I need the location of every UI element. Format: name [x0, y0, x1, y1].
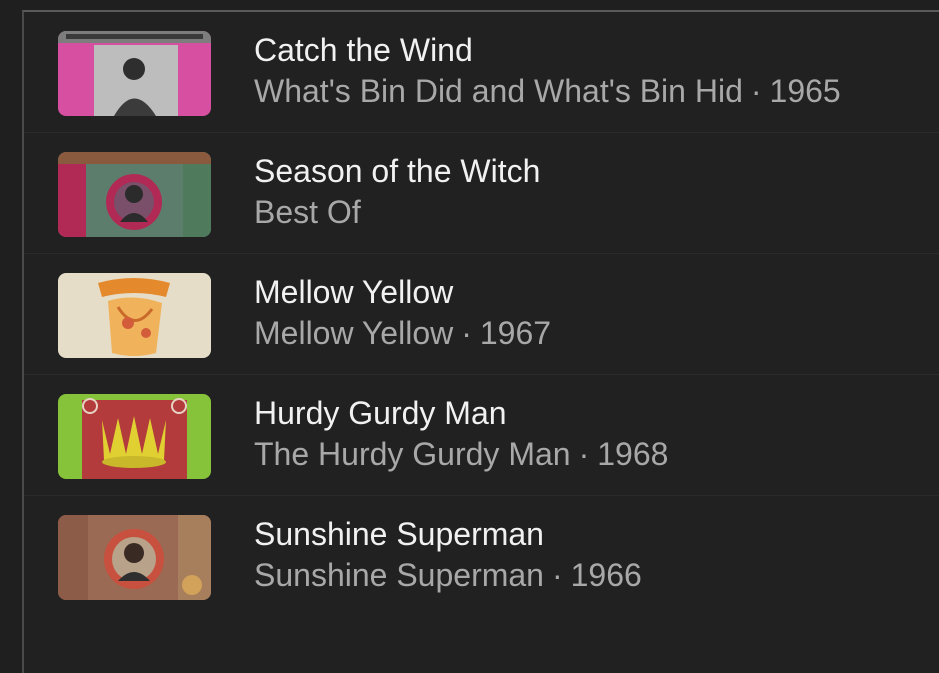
album-art-thumbnail[interactable] — [58, 515, 211, 600]
album-art-image — [58, 152, 211, 237]
track-title: Hurdy Gurdy Man — [254, 395, 507, 431]
track-meta: Sunshine Superman · 1966 — [254, 555, 929, 595]
track-meta: What's Bin Did and What's Bin Hid · 1965 — [254, 71, 929, 111]
album-art-image — [58, 394, 211, 479]
tracks-panel: Catch the Wind What's Bin Did and What's… — [22, 10, 939, 673]
album-art-thumbnail[interactable] — [58, 152, 211, 237]
album-art-thumbnail[interactable] — [58, 273, 211, 358]
track-meta: Mellow Yellow · 1967 — [254, 313, 929, 353]
meta-separator: · — [551, 557, 563, 593]
track-row-season-of-the-witch[interactable]: Season of the Witch Best Of — [24, 133, 939, 254]
track-row-hurdy-gurdy-man[interactable]: Hurdy Gurdy Man The Hurdy Gurdy Man · 1968 — [24, 375, 939, 496]
track-meta: The Hurdy Gurdy Man · 1968 — [254, 434, 929, 474]
track-meta: Best Of — [254, 192, 929, 232]
album-name[interactable]: Best Of — [254, 194, 361, 230]
track-title: Sunshine Superman — [254, 516, 544, 552]
release-year: 1966 — [570, 557, 642, 593]
release-year: 1965 — [769, 73, 841, 109]
meta-separator: · — [750, 73, 762, 109]
track-title: Mellow Yellow — [254, 274, 454, 310]
track-title: Catch the Wind — [254, 32, 473, 68]
album-art-thumbnail[interactable] — [58, 394, 211, 479]
album-name[interactable]: What's Bin Did and What's Bin Hid — [254, 73, 743, 109]
track-list: Catch the Wind What's Bin Did and What's… — [24, 12, 939, 617]
meta-separator: · — [578, 436, 590, 472]
album-name[interactable]: Mellow Yellow — [254, 315, 453, 351]
release-year: 1968 — [597, 436, 669, 472]
album-art-image — [58, 515, 211, 600]
album-art-image — [58, 273, 211, 358]
track-row-catch-the-wind[interactable]: Catch the Wind What's Bin Did and What's… — [24, 12, 939, 133]
album-name[interactable]: Sunshine Superman — [254, 557, 544, 593]
album-art-image — [58, 31, 211, 116]
album-name[interactable]: The Hurdy Gurdy Man — [254, 436, 571, 472]
track-row-sunshine-superman[interactable]: Sunshine Superman Sunshine Superman · 1966 — [24, 496, 939, 617]
release-year: 1967 — [479, 315, 552, 351]
meta-separator: · — [461, 315, 472, 351]
track-row-mellow-yellow[interactable]: Mellow Yellow Mellow Yellow · 1967 — [24, 254, 939, 375]
track-title: Season of the Witch — [254, 153, 541, 189]
album-art-thumbnail[interactable] — [58, 31, 211, 116]
